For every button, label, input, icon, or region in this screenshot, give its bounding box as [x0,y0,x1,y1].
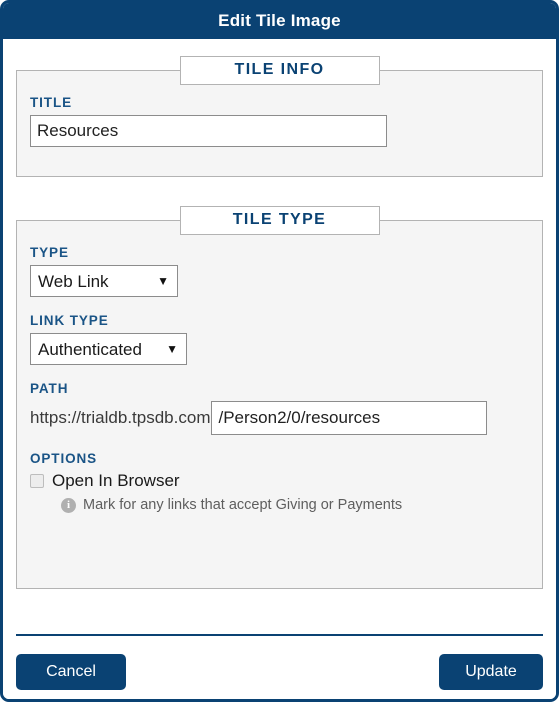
options-field-group: OPTIONS Open In Browser i Mark for any l… [30,451,529,513]
open-in-browser-label[interactable]: Open In Browser [52,471,180,491]
type-select-wrap: Web Link ▼ [30,265,178,297]
type-field-group: TYPE Web Link ▼ [30,245,529,297]
dialog-title: Edit Tile Image [218,11,341,30]
path-input[interactable] [211,401,488,435]
link-type-field-group: LINK TYPE Authenticated ▼ [30,313,529,365]
dialog-body: TILE INFO TITLE TILE TYPE TYPE Web Link [3,39,556,634]
info-icon: i [61,497,76,513]
open-in-browser-hint: i Mark for any links that accept Giving … [61,497,529,513]
title-field-group: TITLE [30,95,529,147]
hint-text: Mark for any links that accept Giving or… [83,497,403,513]
footer-buttons: Cancel Update [16,654,543,690]
link-type-label: LINK TYPE [30,313,109,328]
title-input[interactable] [30,115,387,147]
tile-info-legend: TILE INFO [179,56,380,85]
link-type-select[interactable]: Authenticated [30,333,187,365]
open-in-browser-row[interactable]: Open In Browser [30,471,529,491]
dialog-titlebar: Edit Tile Image [3,3,556,39]
update-button[interactable]: Update [439,654,543,690]
cancel-button[interactable]: Cancel [16,654,126,690]
type-select[interactable]: Web Link [30,265,178,297]
footer-divider [16,634,543,636]
path-label: PATH [30,381,69,396]
tile-type-panel: TILE TYPE TYPE Web Link ▼ LINK TYPE Auth… [16,206,543,589]
type-label: TYPE [30,245,69,260]
title-label: TITLE [30,95,72,110]
path-prefix: https://trialdb.tpsdb.com [30,408,211,427]
tile-type-legend: TILE TYPE [179,206,380,235]
open-in-browser-checkbox[interactable] [30,474,44,488]
tile-info-panel: TILE INFO TITLE [16,56,543,177]
options-label: OPTIONS [30,451,98,466]
path-field-group: PATH https://trialdb.tpsdb.com [30,381,529,435]
tile-type-content: TYPE Web Link ▼ LINK TYPE Authenticated [17,235,542,529]
tile-info-content: TITLE [17,85,542,163]
edit-tile-image-dialog: Edit Tile Image TILE INFO TITLE TILE TYP… [0,0,559,702]
path-row: https://trialdb.tpsdb.com [30,401,529,435]
dialog-footer: Cancel Update [3,634,556,699]
link-type-select-wrap: Authenticated ▼ [30,333,187,365]
